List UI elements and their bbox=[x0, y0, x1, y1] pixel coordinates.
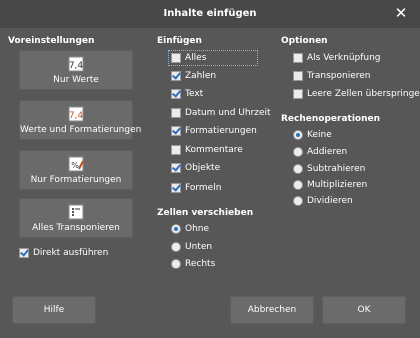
formatting-only-icon: % bbox=[68, 156, 84, 172]
operation-keine-label: Keine bbox=[307, 130, 332, 140]
operation-dividieren-radio[interactable] bbox=[293, 196, 303, 206]
close-icon[interactable]: ✕ bbox=[392, 4, 410, 22]
preset-values-formatting-label: Werte und Formatierungen bbox=[20, 125, 142, 135]
insert-kommentare-check[interactable] bbox=[171, 145, 181, 155]
cancel-button[interactable]: Abbrechen bbox=[230, 296, 314, 324]
help-button[interactable]: Hilfe bbox=[12, 296, 96, 324]
insert-option-datum[interactable]: Datum und Uhrzeit bbox=[171, 106, 271, 120]
option-als-verknuepfung-check[interactable] bbox=[293, 53, 303, 63]
presets-title: Voreinstellungen bbox=[8, 36, 95, 46]
direkt-ausfuehren-checkbox[interactable]: Direkt ausführen bbox=[19, 246, 108, 260]
shift-title: Zellen verschieben bbox=[157, 208, 254, 218]
preset-formatting-only-label: Nur Formatierungen bbox=[30, 175, 122, 185]
paste-special-dialog: Voreinstellungen 7,4 Nur Werte 7,4 Werte… bbox=[0, 28, 420, 338]
shift-unten-radio[interactable] bbox=[171, 242, 181, 252]
insert-kommentare-label: Kommentare bbox=[185, 145, 243, 155]
option-transponieren[interactable]: Transponieren bbox=[293, 69, 371, 83]
insert-formatierungen-check[interactable] bbox=[171, 126, 181, 136]
insert-option-kommentare[interactable]: Kommentare bbox=[171, 143, 243, 157]
values-only-icon: 7,4 bbox=[68, 56, 84, 72]
operation-subtrahieren-label: Subtrahieren bbox=[307, 164, 366, 174]
svg-text:7,4: 7,4 bbox=[69, 111, 84, 121]
insert-option-formatierungen[interactable]: Formatierungen bbox=[171, 124, 257, 138]
option-leere-zellen[interactable]: Leere Zellen überspringen bbox=[293, 87, 420, 101]
direkt-ausfuehren-label: Direkt ausführen bbox=[33, 248, 109, 258]
transpose-all-icon bbox=[68, 204, 84, 220]
shift-option-rechts[interactable]: Rechts bbox=[171, 257, 215, 271]
shift-option-ohne[interactable]: Ohne bbox=[171, 222, 209, 236]
shift-unten-label: Unten bbox=[185, 242, 213, 252]
operations-title: Rechenoperationen bbox=[281, 114, 381, 124]
shift-rechts-label: Rechts bbox=[185, 259, 216, 269]
insert-title: Einfügen bbox=[157, 36, 202, 46]
options-title: Optionen bbox=[281, 36, 328, 46]
insert-zahlen-label: Zahlen bbox=[185, 71, 217, 81]
insert-formeln-label: Formeln bbox=[185, 183, 222, 193]
preset-formatting-only-button[interactable]: % Nur Formatierungen bbox=[19, 150, 133, 190]
shift-ohne-label: Ohne bbox=[185, 224, 210, 234]
operation-multiplizieren[interactable]: Multiplizieren bbox=[293, 178, 367, 192]
operation-keine[interactable]: Keine bbox=[293, 128, 332, 142]
preset-values-formatting-button[interactable]: 7,4 Werte und Formatierungen bbox=[19, 100, 142, 140]
insert-text-check[interactable] bbox=[171, 89, 181, 99]
insert-option-text[interactable]: Text bbox=[171, 87, 203, 101]
insert-option-objekte[interactable]: Objekte bbox=[171, 161, 220, 175]
operation-dividieren-label: Dividieren bbox=[307, 196, 353, 206]
operation-addieren[interactable]: Addieren bbox=[293, 145, 347, 159]
direkt-ausfuehren-check[interactable] bbox=[19, 248, 29, 258]
operation-multiplizieren-label: Multiplizieren bbox=[307, 180, 368, 190]
insert-alles-check[interactable] bbox=[171, 53, 181, 63]
ok-button[interactable]: OK bbox=[322, 296, 406, 324]
operation-keine-radio[interactable] bbox=[293, 130, 303, 140]
insert-option-alles[interactable]: Alles bbox=[171, 51, 206, 65]
insert-option-formeln[interactable]: Formeln bbox=[171, 181, 221, 195]
insert-formeln-check[interactable] bbox=[171, 183, 181, 193]
operation-subtrahieren-radio[interactable] bbox=[293, 164, 303, 174]
operation-subtrahieren[interactable]: Subtrahieren bbox=[293, 162, 365, 176]
operation-addieren-label: Addieren bbox=[307, 147, 348, 157]
svg-text:7,4: 7,4 bbox=[69, 61, 84, 71]
svg-text:%: % bbox=[71, 161, 79, 170]
insert-objekte-label: Objekte bbox=[185, 163, 221, 173]
insert-objekte-check[interactable] bbox=[171, 163, 181, 173]
values-formatting-icon: 7,4 bbox=[68, 106, 84, 122]
insert-alles-label: Alles bbox=[185, 53, 207, 63]
option-transponieren-label: Transponieren bbox=[307, 71, 371, 81]
preset-values-only-label: Nur Werte bbox=[53, 75, 99, 85]
dialog-title: Inhalte einfügen bbox=[163, 8, 257, 19]
shift-option-unten[interactable]: Unten bbox=[171, 240, 212, 254]
insert-formatierungen-label: Formatierungen bbox=[185, 126, 257, 136]
insert-option-zahlen[interactable]: Zahlen bbox=[171, 69, 216, 83]
insert-datum-check[interactable] bbox=[171, 108, 181, 118]
insert-datum-label: Datum und Uhrzeit bbox=[185, 108, 271, 118]
option-leere-zellen-check[interactable] bbox=[293, 89, 303, 99]
shift-ohne-radio[interactable] bbox=[171, 224, 181, 234]
option-als-verknuepfung-label: Als Verknüpfung bbox=[307, 53, 381, 63]
option-leere-zellen-label: Leere Zellen überspringen bbox=[307, 89, 420, 99]
insert-text-label: Text bbox=[185, 89, 204, 99]
operation-multiplizieren-radio[interactable] bbox=[293, 180, 303, 190]
title-bar: Inhalte einfügen ✕ bbox=[0, 0, 420, 28]
preset-values-only-button[interactable]: 7,4 Nur Werte bbox=[19, 50, 133, 90]
operation-addieren-radio[interactable] bbox=[293, 147, 303, 157]
preset-transpose-all-label: Alles Transponieren bbox=[32, 223, 120, 233]
operation-dividieren[interactable]: Dividieren bbox=[293, 194, 353, 208]
option-transponieren-check[interactable] bbox=[293, 71, 303, 81]
shift-rechts-radio[interactable] bbox=[171, 259, 181, 269]
insert-zahlen-check[interactable] bbox=[171, 71, 181, 81]
option-als-verknuepfung[interactable]: Als Verknüpfung bbox=[293, 51, 381, 65]
preset-transpose-all-button[interactable]: Alles Transponieren bbox=[19, 198, 133, 238]
